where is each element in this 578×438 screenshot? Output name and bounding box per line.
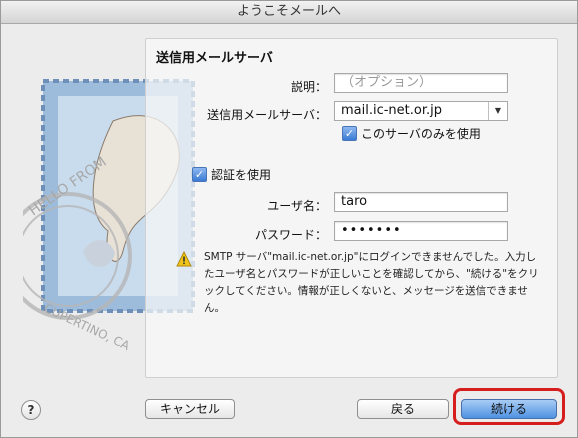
window: ようこそメールへ HELLO FROM CUPERTINO, CA 送信用メール…	[0, 0, 578, 438]
cancel-button[interactable]: キャンセル	[145, 399, 235, 419]
description-label: 説明：	[290, 80, 327, 94]
checkmark-icon[interactable]: ✓	[342, 126, 357, 141]
description-field[interactable]: （オプション）	[334, 73, 508, 93]
warning-icon	[176, 251, 192, 267]
continue-highlight	[453, 388, 565, 425]
back-button[interactable]: 戻る	[357, 399, 449, 419]
checkmark-icon[interactable]: ✓	[192, 167, 207, 182]
smtp-server-label: 送信用メールサーバ：	[207, 108, 327, 122]
password-field[interactable]: •••••••	[334, 221, 508, 241]
use-auth-label: 認証を使用	[211, 168, 272, 182]
help-button[interactable]: ?	[21, 400, 41, 420]
chevron-down-icon[interactable]: ▼	[488, 102, 507, 120]
window-title: ようこそメールへ	[1, 1, 577, 24]
use-auth-checkbox[interactable]: ✓ 認証を使用	[192, 166, 271, 183]
username-label: ユーザ名：	[267, 199, 327, 213]
smtp-server-value: mail.ic-net.or.jp	[341, 103, 443, 118]
only-this-server-label: このサーバのみを使用	[361, 127, 481, 141]
only-this-server-checkbox[interactable]: ✓ このサーバのみを使用	[342, 125, 481, 142]
warning-message: SMTP サーバ"mail.ic-net.or.jp"にログインできませんでした…	[204, 251, 539, 314]
smtp-server-combobox[interactable]: mail.ic-net.or.jp ▼	[334, 101, 508, 121]
username-field[interactable]: taro	[334, 192, 508, 212]
settings-panel: 送信用メールサーバ 説明： （オプション） 送信用メールサーバ： mail.ic…	[145, 38, 558, 378]
password-label: パスワード：	[254, 228, 327, 242]
section-title: 送信用メールサーバ	[156, 51, 273, 66]
